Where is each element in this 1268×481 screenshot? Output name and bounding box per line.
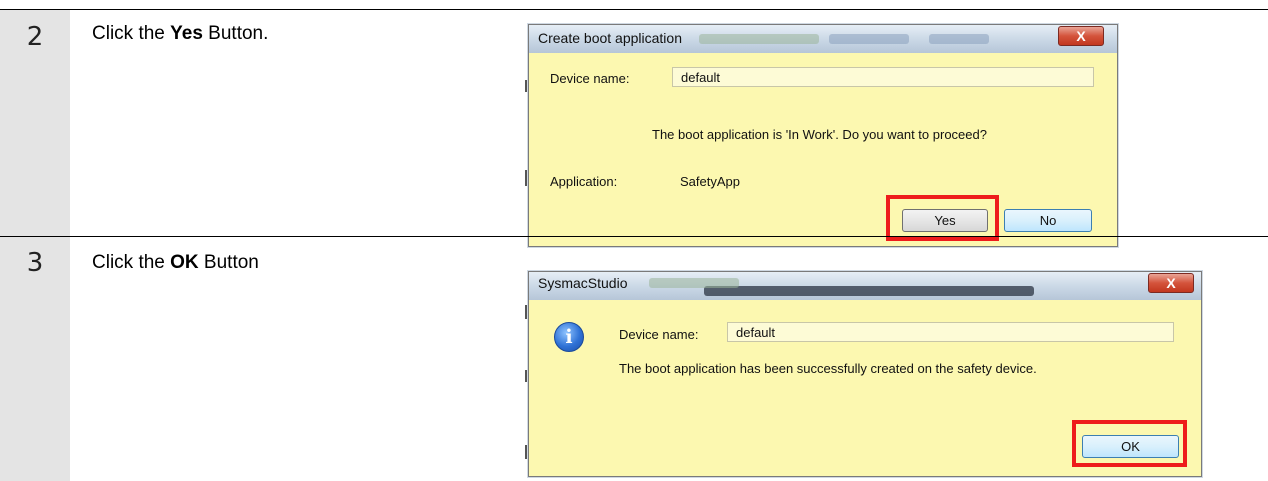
application-label: Application: [550, 174, 618, 189]
device-name-field[interactable]: default [727, 322, 1174, 342]
background-blur [704, 286, 1034, 296]
background-blur [649, 278, 739, 288]
step-number: 2 [26, 22, 44, 52]
dialog-titlebar: Create boot application X [529, 25, 1117, 53]
step-instruction: Click the OK Button [92, 252, 259, 274]
instruction-text: Click the [92, 252, 171, 273]
close-button[interactable]: X [1148, 273, 1194, 293]
highlight-box [886, 195, 999, 241]
sysmacstudio-dialog: SysmacStudio X i Device name: default Th… [528, 271, 1202, 477]
instruction-text: Click the [92, 23, 171, 44]
info-icon: i [554, 322, 584, 352]
device-name-label: Device name: [619, 327, 699, 342]
dialog-title: Create boot application [538, 30, 682, 46]
close-button[interactable]: X [1058, 26, 1104, 46]
step-number: 3 [26, 248, 44, 278]
dialog-message: The boot application has been successful… [619, 361, 1037, 376]
instruction-text: Button [198, 252, 259, 273]
step-instruction: Click the Yes Button. [92, 23, 268, 45]
no-button[interactable]: No [1004, 209, 1092, 232]
create-boot-application-dialog: Create boot application X Device name: d… [528, 24, 1118, 247]
highlight-box [1072, 420, 1187, 467]
divider-rule [0, 236, 1268, 237]
background-blur [699, 34, 819, 44]
instruction-keyword: Yes [170, 23, 203, 44]
device-name-field[interactable]: default [672, 67, 1094, 87]
background-blur [829, 34, 909, 44]
instruction-keyword: OK [170, 252, 199, 273]
device-name-label: Device name: [550, 71, 630, 86]
dialog-message: The boot application is 'In Work'. Do yo… [652, 127, 987, 142]
background-blur [929, 34, 989, 44]
dialog-title: SysmacStudio [538, 275, 628, 291]
instruction-text: Button. [202, 23, 269, 44]
application-value: SafetyApp [680, 174, 740, 189]
dialog-titlebar: SysmacStudio X [529, 272, 1201, 300]
top-rule [0, 9, 1268, 10]
